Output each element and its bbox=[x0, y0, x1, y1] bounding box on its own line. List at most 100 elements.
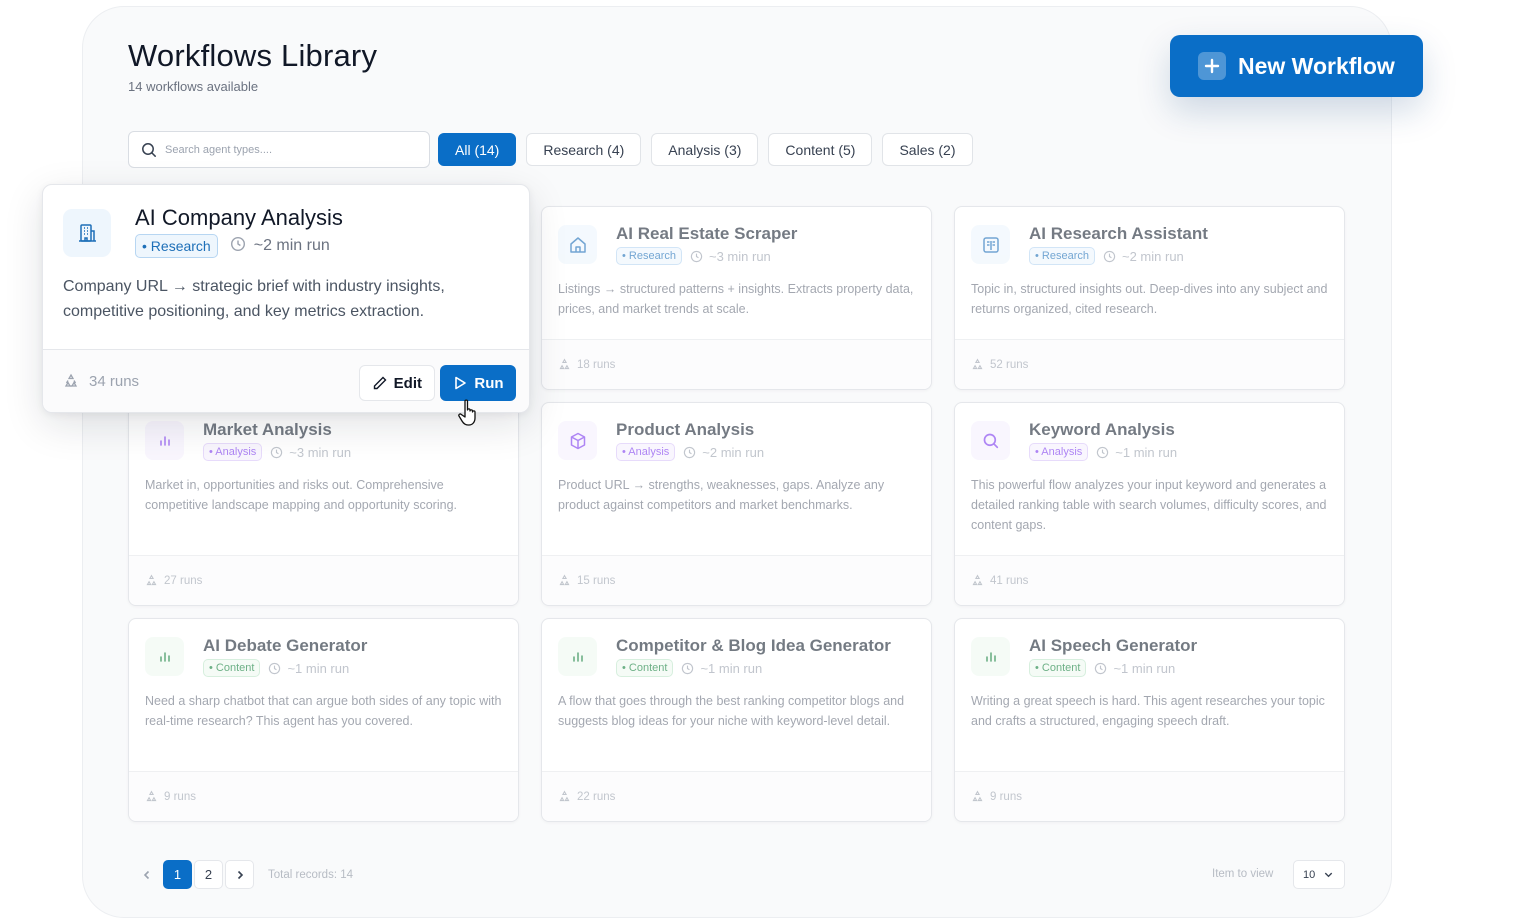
runs-icon bbox=[145, 790, 158, 803]
run-duration: ~3 min run bbox=[709, 248, 771, 264]
run-count: 34 runs bbox=[89, 372, 140, 390]
run-count: 27 runs bbox=[164, 574, 203, 587]
filter-analysis[interactable]: Analysis (3) bbox=[651, 133, 759, 166]
items-per-page-select[interactable]: 10 bbox=[1293, 860, 1345, 889]
runs-icon bbox=[971, 790, 984, 803]
workflow-name: Keyword Analysis bbox=[1029, 420, 1175, 439]
workflow-description: A flow that goes through the best rankin… bbox=[558, 694, 905, 728]
new-workflow-button[interactable]: New Workflow bbox=[1170, 35, 1423, 97]
run-count: 9 runs bbox=[164, 790, 196, 803]
pencil-icon bbox=[373, 376, 387, 390]
workflow-name: AI Real Estate Scraper bbox=[616, 224, 798, 243]
workflow-card[interactable]: Product Analysis • Analysis ~2 min run P… bbox=[541, 402, 932, 606]
workflow-name: AI Research Assistant bbox=[1029, 224, 1208, 243]
clock-icon bbox=[681, 662, 694, 675]
bar-chart-icon bbox=[558, 637, 597, 676]
search-box[interactable] bbox=[128, 131, 430, 168]
category-tag: • Content bbox=[1029, 659, 1087, 677]
workflow-description: Listings → structured patterns + insight… bbox=[558, 282, 914, 316]
run-count: 52 runs bbox=[990, 358, 1029, 371]
card-footer: 18 runs bbox=[542, 339, 931, 389]
new-workflow-label: New Workflow bbox=[1238, 52, 1395, 79]
next-page-button[interactable] bbox=[225, 860, 254, 889]
play-icon bbox=[455, 376, 467, 390]
runs-icon bbox=[145, 574, 158, 587]
workflow-meta: • Research ~2 min run bbox=[1029, 247, 1184, 265]
workflow-count: 14 workflows available bbox=[128, 79, 259, 94]
search-input[interactable] bbox=[165, 143, 415, 156]
workflow-card[interactable]: Competitor & Blog Idea Generator • Conte… bbox=[541, 618, 932, 822]
run-count: 18 runs bbox=[577, 358, 616, 371]
workflow-description: Writing a great speech is hard. This age… bbox=[971, 694, 1325, 728]
workflow-name: Competitor & Blog Idea Generator bbox=[616, 636, 891, 655]
clock-icon bbox=[270, 446, 283, 459]
run-count: 41 runs bbox=[990, 574, 1029, 587]
items-per-page-label: Item to view bbox=[1212, 868, 1274, 880]
total-records: Total records: 14 bbox=[268, 868, 354, 881]
run-duration: ~2 min run bbox=[702, 444, 765, 460]
search-icon bbox=[141, 142, 157, 158]
runs-icon bbox=[558, 574, 571, 587]
bar-chart-icon bbox=[145, 637, 184, 676]
box-icon bbox=[558, 421, 597, 460]
run-duration: ~1 min run bbox=[700, 660, 763, 676]
chevron-left-icon bbox=[143, 870, 149, 879]
bar-chart-icon bbox=[971, 637, 1010, 676]
filter-all[interactable]: All (14) bbox=[438, 133, 517, 166]
workflow-card-featured[interactable]: AI Company Analysis • Research ~2 min ru… bbox=[42, 184, 530, 413]
filter-content[interactable]: Content (5) bbox=[768, 133, 873, 166]
workflow-name: AI Company Analysis bbox=[135, 205, 343, 230]
clock-icon bbox=[690, 250, 703, 263]
workflow-card[interactable]: AI Speech Generator • Content ~1 min run… bbox=[954, 618, 1345, 822]
workflow-meta: • Research ~2 min run bbox=[135, 234, 330, 258]
runs-icon bbox=[971, 574, 984, 587]
category-tag: • Analysis bbox=[203, 443, 263, 461]
bar-chart-icon bbox=[145, 421, 184, 460]
building-icon bbox=[63, 209, 111, 257]
workflow-card[interactable]: Keyword Analysis • Analysis ~1 min run T… bbox=[954, 402, 1345, 606]
card-footer: 9 runs bbox=[129, 771, 518, 821]
category-tag: • Research bbox=[1029, 247, 1095, 265]
page-button-1[interactable]: 1 bbox=[163, 860, 192, 889]
workflow-name: Market Analysis bbox=[203, 420, 332, 439]
prev-page-button[interactable] bbox=[132, 860, 161, 889]
clock-icon bbox=[1096, 446, 1109, 459]
plus-icon bbox=[1198, 52, 1226, 80]
run-duration: ~1 min run bbox=[1115, 444, 1178, 460]
edit-label: Edit bbox=[393, 374, 422, 392]
run-count: 15 runs bbox=[577, 574, 616, 587]
page-button-2[interactable]: 2 bbox=[194, 860, 223, 889]
edit-button[interactable]: Edit bbox=[358, 365, 435, 401]
workflow-card[interactable]: AI Real Estate Scraper • Research ~3 min… bbox=[541, 206, 932, 390]
card-footer: 41 runs bbox=[955, 555, 1344, 605]
filter-research[interactable]: Research (4) bbox=[526, 133, 642, 166]
clock-icon bbox=[683, 446, 696, 459]
runs-icon bbox=[558, 358, 571, 371]
workflow-description: Topic in, structured insights out. Deep-… bbox=[971, 282, 1328, 316]
category-tag: • Content bbox=[203, 659, 261, 677]
run-button[interactable]: Run bbox=[440, 365, 516, 401]
runs-icon bbox=[63, 373, 79, 389]
workflow-meta: • Research ~3 min run bbox=[616, 247, 771, 265]
clock-icon bbox=[1103, 250, 1116, 263]
workflow-card[interactable]: AI Research Assistant • Research ~2 min … bbox=[954, 206, 1345, 390]
run-count: 22 runs bbox=[577, 790, 616, 803]
filter-tabs: All (14) Research (4) Analysis (3) Conte… bbox=[438, 133, 983, 166]
card-footer: 52 runs bbox=[955, 339, 1344, 389]
workflow-meta: • Analysis ~3 min run bbox=[203, 443, 351, 461]
home-icon bbox=[558, 225, 597, 264]
search-icon bbox=[971, 421, 1010, 460]
run-duration: ~2 min run bbox=[1122, 248, 1184, 264]
clock-icon bbox=[230, 236, 246, 257]
filter-sales[interactable]: Sales (2) bbox=[882, 133, 973, 166]
chevron-right-icon bbox=[237, 870, 243, 879]
category-tag: • Research bbox=[135, 234, 218, 258]
workflow-card[interactable]: AI Debate Generator • Content ~1 min run… bbox=[128, 618, 519, 822]
clock-icon bbox=[1094, 662, 1107, 675]
workflow-description: Product URL → strengths, weaknesses, gap… bbox=[558, 478, 885, 512]
book-icon bbox=[971, 225, 1010, 264]
category-tag: • Content bbox=[616, 659, 674, 677]
run-duration: ~1 min run bbox=[1113, 660, 1176, 676]
workflow-name: Product Analysis bbox=[616, 420, 755, 439]
card-footer: 27 runs bbox=[129, 555, 518, 605]
